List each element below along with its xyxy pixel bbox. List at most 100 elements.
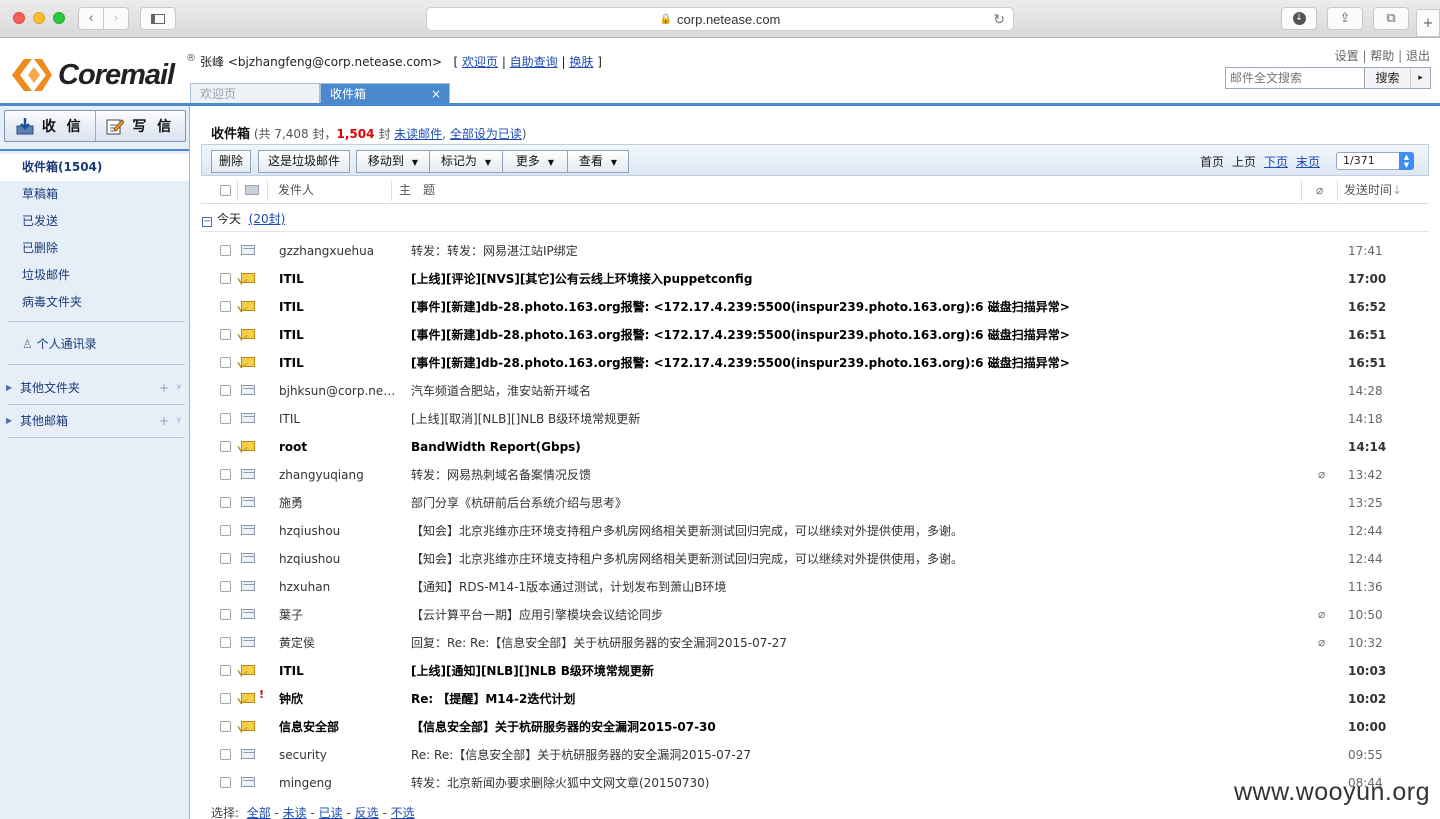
subject[interactable]: 【通知】RDS-M14-1版本通过测试，计划发布到萧山B环境 (411, 573, 1311, 601)
mark-as-dropdown[interactable]: 标记为 ▼ (429, 150, 503, 173)
help-link[interactable]: 帮助 (1370, 49, 1394, 63)
add-folder-icon[interactable]: + (159, 381, 169, 395)
table-row[interactable]: ITIL [事件][新建]db-28.photo.163.org报警: <172.… (201, 293, 1429, 321)
sender[interactable]: 黄定侯 (279, 629, 399, 657)
reload-icon[interactable]: ↻ (993, 11, 1005, 28)
share-button[interactable]: ⇪ (1327, 7, 1363, 30)
row-checkbox[interactable] (220, 245, 231, 256)
sender[interactable]: ITIL (279, 321, 399, 349)
sender[interactable]: ITIL (279, 349, 399, 377)
table-row[interactable]: ITIL [事件][新建]db-28.photo.163.org报警: <172.… (201, 349, 1429, 377)
row-checkbox[interactable] (220, 609, 231, 620)
page-select[interactable]: 1/371 ▲ ▼ (1336, 152, 1414, 170)
table-row[interactable]: ITIL [上线][评论][NVS][其它]公有云线上环境接入puppetconf… (201, 265, 1429, 293)
row-checkbox[interactable] (220, 637, 231, 648)
downloads-button[interactable]: ↓ (1281, 7, 1317, 30)
sender[interactable]: mingeng (279, 769, 399, 797)
search-input[interactable] (1226, 68, 1365, 88)
sender[interactable]: 葉子 (279, 601, 399, 629)
subject[interactable]: 汽车频道合肥站，淮安站新开域名 (411, 377, 1311, 405)
table-row[interactable]: hzxuhan 【通知】RDS-M14-1版本通过测试，计划发布到萧山B环境 11:… (201, 573, 1429, 601)
table-row[interactable]: gzzhangxuehua 转发：转发：网易湛江站IP绑定 17:41 (201, 237, 1429, 265)
subject[interactable]: 转发：网易热刺域名备案情况反馈 (411, 461, 1311, 489)
select-all-checkbox[interactable] (220, 185, 231, 196)
sidebar-item-other-mailboxes[interactable]: ▶ 其他邮箱 + ᵞ (0, 410, 189, 432)
sidebar-item-spam[interactable]: 垃圾邮件 (0, 262, 189, 289)
sidebar-item-other-folders[interactable]: ▶ 其他文件夹 + ᵞ (0, 377, 189, 399)
row-checkbox[interactable] (220, 357, 231, 368)
group-count-link[interactable]: (20封) (249, 212, 286, 226)
subject[interactable]: [事件][新建]db-28.photo.163.org报警: <172.17.4… (411, 349, 1311, 377)
sender[interactable]: hzqiushou (279, 545, 399, 573)
logout-link[interactable]: 退出 (1406, 49, 1430, 63)
subject[interactable]: 【知会】北京兆维亦庄环境支持租户多机房网络相关更新测试回归完成，可以继续对外提供… (411, 545, 1311, 573)
sender[interactable]: ITIL (279, 405, 399, 433)
unread-mail-link[interactable]: 未读邮件 (394, 127, 442, 141)
table-row[interactable]: bjhksun@corp.net... 汽车频道合肥站，淮安站新开域名 14:28 (201, 377, 1429, 405)
subject[interactable]: 【云计算平台一期】应用引擎模块会议结论同步 (411, 601, 1311, 629)
sender[interactable]: 信息安全部 (279, 713, 399, 741)
subject[interactable]: 转发：转发：网易湛江站IP绑定 (411, 237, 1311, 265)
table-row[interactable]: hzqiushou 【知会】北京兆维亦庄环境支持租户多机房网络相关更新测试回归完成… (201, 545, 1429, 573)
sidebar-toggle-button[interactable] (140, 7, 176, 30)
next-page-link[interactable]: 下页 (1264, 153, 1288, 170)
tabs-overview-button[interactable]: ⧉ (1373, 7, 1409, 30)
subject[interactable]: [事件][新建]db-28.photo.163.org报警: <172.17.4… (411, 321, 1311, 349)
sender[interactable]: ITIL (279, 265, 399, 293)
row-checkbox[interactable] (220, 301, 231, 312)
table-row[interactable]: ITIL [事件][新建]db-28.photo.163.org报警: <172.… (201, 321, 1429, 349)
delete-button[interactable]: 删除 (211, 150, 251, 173)
column-from[interactable]: 发件人 (278, 178, 314, 204)
row-checkbox[interactable] (220, 413, 231, 424)
back-button[interactable]: ‹ (78, 7, 104, 30)
compose-button[interactable]: 写 信 (94, 111, 186, 141)
more-dropdown[interactable]: 更多 ▼ (502, 150, 568, 173)
self-service-link[interactable]: 自助查询 (510, 55, 558, 69)
table-row[interactable]: ITIL [上线][取消][NLB][]NLB B级环境常规更新 14:18 (201, 405, 1429, 433)
attachment-column-icon[interactable]: ⌀ (1316, 178, 1323, 204)
table-row[interactable]: root BandWidth Report(Gbps) 14:14 (201, 433, 1429, 461)
sender[interactable]: hzxuhan (279, 573, 399, 601)
last-page-link[interactable]: 末页 (1296, 153, 1320, 170)
welcome-link[interactable]: 欢迎页 (462, 55, 498, 69)
sender[interactable]: zhangyuqiang (279, 461, 399, 489)
subject[interactable]: [上线][评论][NVS][其它]公有云线上环境接入puppetconfig (411, 265, 1311, 293)
change-skin-link[interactable]: 换肤 (569, 55, 593, 69)
move-to-dropdown[interactable]: 移动到 ▼ (356, 150, 430, 173)
sender[interactable]: ITIL (279, 293, 399, 321)
table-row[interactable]: 葉子 【云计算平台一期】应用引擎模块会议结论同步 ⌀ 10:50 (201, 601, 1429, 629)
row-checkbox[interactable] (220, 273, 231, 284)
row-checkbox[interactable] (220, 721, 231, 732)
minimize-window-button[interactable] (33, 12, 45, 24)
subject[interactable]: 【信息安全部】关于杭研服务器的安全漏洞2015-07-30 (411, 713, 1311, 741)
sender[interactable]: bjhksun@corp.net... (279, 377, 399, 405)
table-row[interactable]: zhangyuqiang 转发：网易热刺域名备案情况反馈 ⌀ 13:42 (201, 461, 1429, 489)
subject[interactable]: [事件][新建]db-28.photo.163.org报警: <172.17.4… (411, 293, 1311, 321)
zoom-window-button[interactable] (53, 12, 65, 24)
sidebar-item-sent[interactable]: 已发送 (0, 208, 189, 235)
select-invert-link[interactable]: 反选 (355, 806, 379, 819)
sender[interactable]: 钟欣 (279, 685, 399, 713)
table-row[interactable]: security Re: Re:【信息安全部】关于杭研服务器的安全漏洞2015-0… (201, 741, 1429, 769)
column-subject[interactable]: 主 题 (399, 178, 435, 204)
table-row[interactable]: 信息安全部 【信息安全部】关于杭研服务器的安全漏洞2015-07-30 10:00 (201, 713, 1429, 741)
row-checkbox[interactable] (220, 497, 231, 508)
row-checkbox[interactable] (220, 329, 231, 340)
sidebar-item-contacts[interactable]: ♙ 个人通讯录 (0, 331, 189, 358)
row-checkbox[interactable] (220, 385, 231, 396)
select-read-link[interactable]: 已读 (319, 806, 343, 819)
tab-welcome[interactable]: 欢迎页 (190, 83, 320, 104)
table-row[interactable]: 黄定侯 回复：Re: Re:【信息安全部】关于杭研服务器的安全漏洞2015-07-… (201, 629, 1429, 657)
row-checkbox[interactable] (220, 749, 231, 760)
close-icon[interactable]: × (431, 84, 441, 104)
mark-spam-button[interactable]: 这是垃圾邮件 (258, 150, 350, 173)
select-all-link[interactable]: 全部 (247, 806, 271, 819)
subject[interactable]: 部门分享《杭研前后台系统介绍与思考》 (411, 489, 1311, 517)
subject[interactable]: 回复：Re: Re:【信息安全部】关于杭研服务器的安全漏洞2015-07-27 (411, 629, 1311, 657)
close-window-button[interactable] (13, 12, 25, 24)
first-page-link[interactable]: 首页 (1200, 153, 1224, 170)
read-status-column-icon[interactable] (245, 185, 259, 195)
search-button[interactable]: 搜索 (1365, 68, 1411, 88)
sender[interactable]: root (279, 433, 399, 461)
row-checkbox[interactable] (220, 777, 231, 788)
